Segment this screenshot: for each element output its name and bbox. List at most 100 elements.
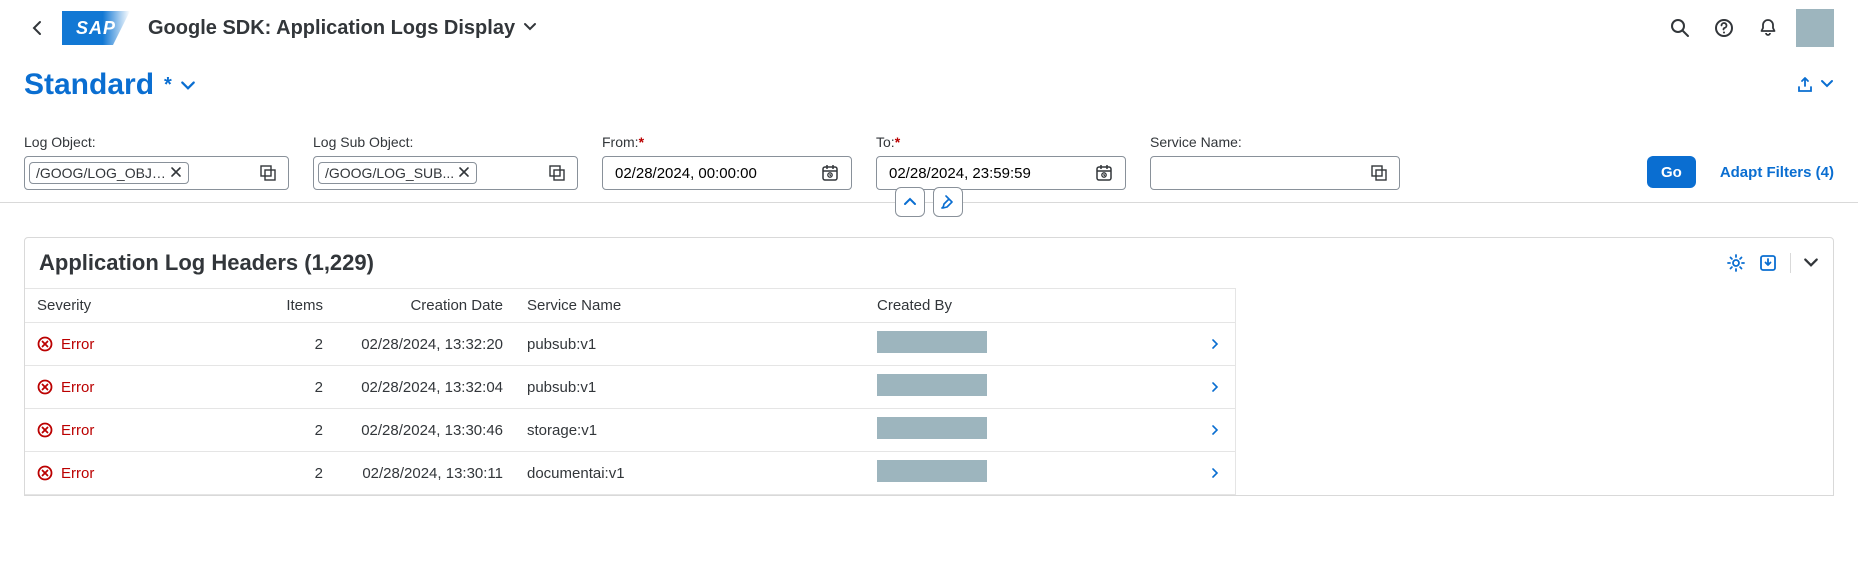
table-settings-button[interactable] [1726, 253, 1746, 273]
token-remove-button[interactable] [458, 165, 470, 181]
datepicker-button[interactable] [815, 164, 845, 182]
log-object-token[interactable]: /GOOG/LOG_OBJE... [29, 162, 189, 184]
filter-label: To:* [876, 134, 1126, 150]
calendar-icon [821, 164, 839, 182]
table-row[interactable]: Error202/28/2024, 13:30:46storage:v1 [25, 409, 1235, 452]
expand-panel-button[interactable] [1803, 255, 1819, 271]
filter-bar: Log Object: /GOOG/LOG_OBJE... Log Sub Ob… [0, 110, 1858, 203]
value-help-button[interactable] [543, 165, 571, 181]
close-icon [458, 166, 470, 178]
redacted-value [877, 417, 987, 439]
creation-date-cell: 02/28/2024, 13:30:11 [335, 452, 515, 495]
variant-selector[interactable]: Standard* [24, 68, 196, 102]
search-icon [1670, 18, 1690, 38]
to-datetime-input[interactable] [876, 156, 1126, 190]
error-icon [37, 465, 53, 481]
pin-icon [941, 195, 955, 209]
col-creation-date[interactable]: Creation Date [335, 289, 515, 323]
value-help-icon [549, 165, 565, 181]
created-by-cell [865, 366, 1195, 409]
toolbar-separator [1790, 253, 1791, 273]
value-help-button[interactable] [1365, 165, 1393, 181]
share-button[interactable] [1796, 76, 1834, 94]
filter-service-name: Service Name: [1150, 134, 1400, 190]
col-items[interactable]: Items [235, 289, 335, 323]
severity-cell: Error [37, 465, 223, 482]
pin-filter-bar-button[interactable] [933, 187, 963, 217]
value-help-icon [1371, 165, 1387, 181]
service-name-cell: pubsub:v1 [515, 323, 865, 366]
col-severity[interactable]: Severity [25, 289, 235, 323]
chevron-left-icon [30, 20, 46, 36]
detail-placeholder [1235, 288, 1833, 495]
row-nav-cell[interactable] [1195, 452, 1235, 495]
severity-text: Error [61, 336, 94, 353]
back-button[interactable] [24, 14, 52, 42]
row-nav-cell[interactable] [1195, 323, 1235, 366]
chevron-down-icon [523, 17, 537, 40]
collapse-filter-bar-button[interactable] [895, 187, 925, 217]
severity-cell: Error [37, 422, 223, 439]
from-datetime-field[interactable] [609, 157, 815, 189]
to-datetime-field[interactable] [883, 157, 1089, 189]
close-icon [170, 166, 182, 178]
value-help-icon [260, 165, 276, 181]
redacted-value [877, 374, 987, 396]
error-icon [37, 422, 53, 438]
items-cell: 2 [235, 409, 335, 452]
variant-bar: Standard* [0, 56, 1858, 110]
col-created-by[interactable]: Created By [865, 289, 1195, 323]
panel-header: Application Log Headers (1,229) [25, 238, 1833, 288]
app-title-dropdown[interactable]: Google SDK: Application Logs Display [148, 17, 537, 40]
search-button[interactable] [1660, 8, 1700, 48]
filter-to: To:* [876, 134, 1126, 190]
filter-bar-toggle-row [895, 187, 963, 217]
created-by-cell [865, 323, 1195, 366]
chevron-down-icon [180, 68, 196, 102]
items-cell: 2 [235, 323, 335, 366]
filter-label: From:* [602, 134, 852, 150]
help-button[interactable] [1704, 8, 1744, 48]
log-headers-panel: Application Log Headers (1,229) [24, 237, 1834, 496]
chevron-up-icon [903, 195, 917, 209]
error-icon [37, 336, 53, 352]
go-button[interactable]: Go [1647, 156, 1696, 188]
filter-log-object: Log Object: /GOOG/LOG_OBJE... [24, 134, 289, 190]
col-service-name[interactable]: Service Name [515, 289, 865, 323]
row-nav-cell[interactable] [1195, 366, 1235, 409]
table-row[interactable]: Error202/28/2024, 13:32:04pubsub:v1 [25, 366, 1235, 409]
service-name-cell: documentai:v1 [515, 452, 865, 495]
filter-from: From:* [602, 134, 852, 190]
from-datetime-input[interactable] [602, 156, 852, 190]
items-cell: 2 [235, 366, 335, 409]
chevron-right-icon [1210, 422, 1220, 439]
table-row[interactable]: Error 202/28/2024, 13:30:11documentai:v1 [25, 452, 1235, 495]
export-icon [1758, 253, 1778, 273]
filter-label: Log Object: [24, 134, 289, 150]
user-avatar[interactable] [1796, 9, 1834, 47]
service-name-cell: pubsub:v1 [515, 366, 865, 409]
adapt-filters-link[interactable]: Adapt Filters (4) [1720, 164, 1834, 181]
redacted-value [877, 460, 987, 482]
variant-modified-indicator: * [164, 74, 172, 97]
row-nav-cell[interactable] [1195, 409, 1235, 452]
log-subobject-input[interactable]: /GOOG/LOG_SUB... [313, 156, 578, 190]
chevron-down-icon [1803, 255, 1819, 271]
log-object-input[interactable]: /GOOG/LOG_OBJE... [24, 156, 289, 190]
created-by-cell [865, 409, 1195, 452]
token-remove-button[interactable] [170, 165, 182, 181]
notifications-button[interactable] [1748, 8, 1788, 48]
value-help-button[interactable] [254, 165, 282, 181]
export-button[interactable] [1758, 253, 1778, 273]
bell-icon [1758, 18, 1778, 38]
items-cell: 2 [235, 452, 335, 495]
shell-header: SAP Google SDK: Application Logs Display [0, 0, 1858, 56]
created-by-cell [865, 452, 1195, 495]
service-name-input[interactable] [1150, 156, 1400, 190]
sap-logo: SAP [62, 11, 130, 45]
creation-date-cell: 02/28/2024, 13:32:20 [335, 323, 515, 366]
datepicker-button[interactable] [1089, 164, 1119, 182]
service-name-field[interactable] [1157, 157, 1365, 189]
table-row[interactable]: Error 202/28/2024, 13:32:20pubsub:v1 [25, 323, 1235, 366]
log-subobject-token[interactable]: /GOOG/LOG_SUB... [318, 162, 477, 184]
